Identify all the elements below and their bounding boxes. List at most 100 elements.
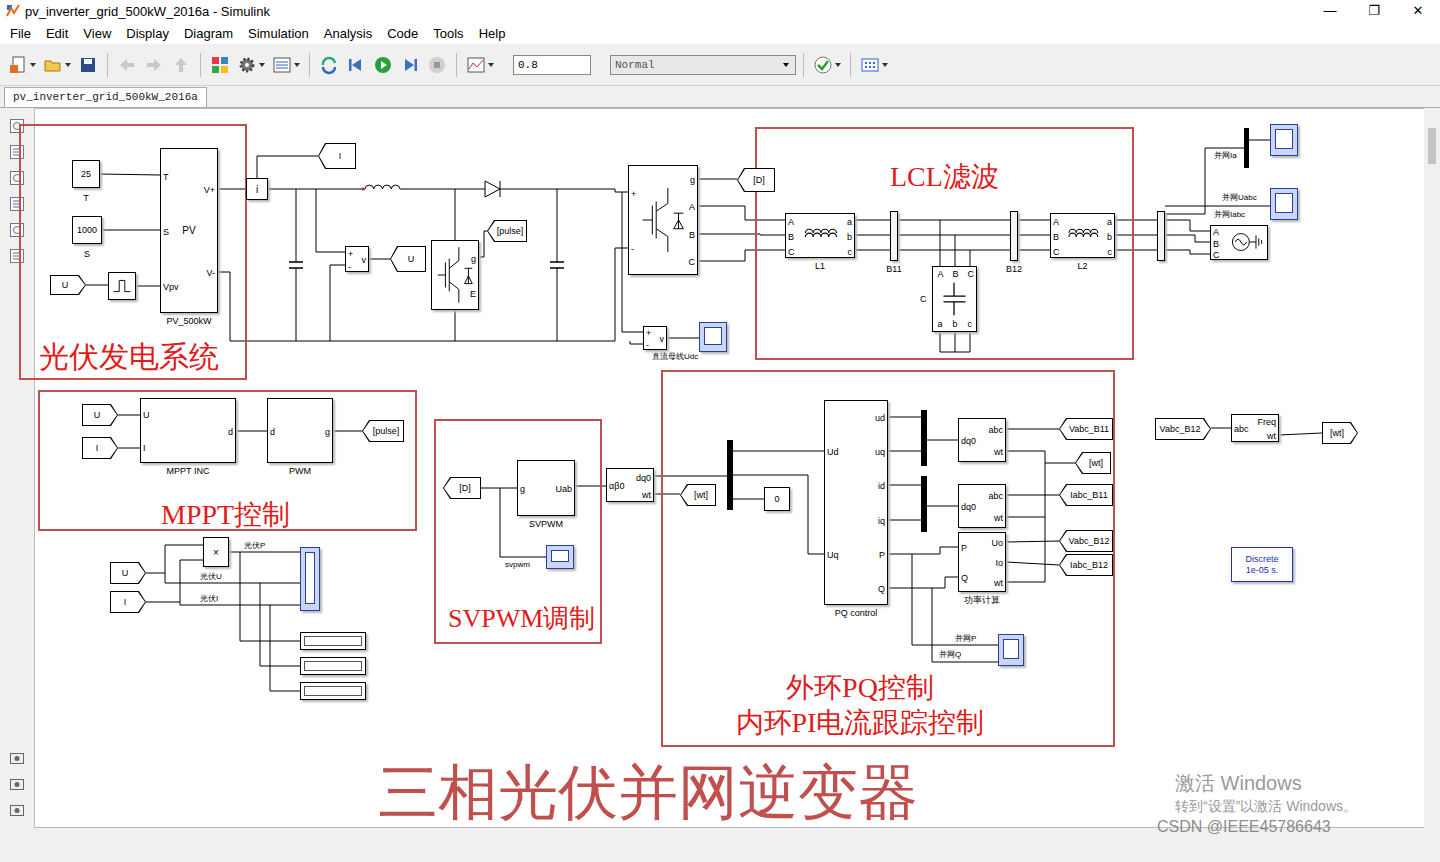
scope-block[interactable] — [998, 634, 1024, 666]
goto-from-tag[interactable]: [wt] — [1075, 452, 1111, 474]
transform-block[interactable]: αβ0dq0wt — [606, 468, 654, 502]
menu-item[interactable]: View — [76, 26, 119, 41]
window-control-button[interactable]: ❐ — [1352, 0, 1396, 22]
window-control-button[interactable]: ✕ — [1396, 0, 1440, 22]
menu-item[interactable]: Help — [472, 26, 514, 41]
gear-button[interactable] — [235, 53, 267, 77]
goto-from-tag[interactable]: Vabc_B11 — [1059, 418, 1113, 440]
pv-block[interactable]: PVTSVpvV+V- — [160, 148, 218, 313]
goto-from-tag[interactable]: Vabc_B12 — [1155, 418, 1211, 440]
refresh-button[interactable] — [317, 53, 341, 77]
constant-block[interactable]: 25 — [72, 160, 100, 188]
constant-block[interactable]: 0 — [764, 487, 790, 511]
meter-block[interactable]: +-v — [643, 326, 667, 350]
goto-from-tag[interactable]: [wt] — [680, 484, 716, 506]
plain-block[interactable]: UId — [140, 398, 236, 463]
goto-from-tag[interactable]: U — [82, 404, 118, 426]
constant-block[interactable]: 1000 — [72, 216, 102, 244]
inductor-block[interactable]: ABCabc — [1050, 213, 1115, 258]
stop-button[interactable] — [425, 53, 449, 77]
display-block[interactable] — [300, 632, 366, 650]
igbt-block[interactable]: gE — [431, 240, 479, 310]
menu-item[interactable]: Diagram — [177, 26, 241, 41]
scope-block[interactable] — [546, 545, 574, 569]
stop-time-field[interactable]: 0.8 — [513, 55, 591, 75]
report-button[interactable] — [9, 776, 25, 792]
goto-from-tag[interactable]: [wt] — [1322, 422, 1358, 444]
forward-button[interactable] — [142, 53, 166, 77]
step-forward-button[interactable] — [398, 53, 422, 77]
goto-from-tag[interactable]: [pulse] — [362, 420, 404, 442]
menu-item[interactable]: Edit — [39, 26, 76, 41]
display-block[interactable] — [300, 657, 366, 675]
camera-button[interactable] — [9, 750, 25, 766]
bus-block[interactable] — [890, 211, 898, 261]
bus-block[interactable] — [1010, 211, 1018, 261]
source-block[interactable]: ABC — [1210, 225, 1268, 260]
plain-block[interactable]: dg — [267, 398, 333, 463]
simulation-mode-dropdown[interactable]: Normal — [610, 55, 796, 75]
goto-from-tag[interactable]: U — [50, 275, 86, 295]
goto-from-tag[interactable]: U — [110, 562, 146, 584]
powergui-block[interactable]: Discrete1e-05 s. — [1231, 547, 1293, 582]
scope-block[interactable] — [1270, 188, 1298, 220]
relay-block[interactable] — [108, 272, 136, 300]
meter-block[interactable]: +-v — [345, 246, 369, 272]
mux-block[interactable] — [1244, 128, 1249, 168]
expand-button[interactable] — [9, 802, 25, 818]
zoom-button[interactable] — [9, 144, 25, 160]
menu-item[interactable]: Analysis — [317, 26, 380, 41]
inverter-block[interactable]: +-gABC — [628, 165, 698, 275]
goto-from-tag[interactable]: I — [110, 591, 146, 613]
transform-block[interactable]: dq0abcwt — [958, 484, 1006, 528]
menu-item[interactable]: Display — [119, 26, 177, 41]
display-block[interactable] — [300, 682, 366, 700]
goto-from-tag[interactable]: [D] — [737, 168, 775, 192]
goto-from-tag[interactable]: I — [318, 143, 356, 169]
plain-block[interactable]: abcFreqwt — [1231, 414, 1279, 442]
plain-block[interactable]: × — [203, 537, 229, 567]
image-button[interactable] — [9, 222, 25, 238]
vertical-scrollbar[interactable] — [1424, 108, 1440, 828]
scrollbar-thumb[interactable] — [1428, 128, 1436, 164]
annotation-button[interactable] — [9, 196, 25, 212]
fit-button[interactable] — [9, 170, 25, 186]
run-button[interactable] — [371, 53, 395, 77]
inductor-block[interactable]: ABCabc — [785, 213, 855, 258]
scope-block[interactable] — [300, 547, 320, 611]
goto-from-tag[interactable]: U — [390, 246, 426, 272]
bus-block[interactable] — [1157, 211, 1165, 261]
step-back-button[interactable] — [344, 53, 368, 77]
goto-from-tag[interactable]: [pulse] — [487, 220, 527, 242]
menu-item[interactable]: Code — [380, 26, 426, 41]
goto-from-tag[interactable]: I — [82, 437, 118, 459]
check-button[interactable] — [811, 53, 843, 77]
mux-block[interactable] — [921, 410, 927, 466]
capacitor-block[interactable]: ABCabc — [932, 266, 977, 332]
menu-item[interactable]: File — [3, 26, 39, 41]
save-button[interactable] — [76, 53, 100, 77]
goto-from-tag[interactable]: Vabc_B12 — [1059, 530, 1113, 552]
meter-block[interactable]: i — [246, 178, 268, 200]
library-button[interactable] — [208, 53, 232, 77]
plain-block[interactable]: UdUquduqidiqPQ — [824, 400, 888, 605]
transform-block[interactable]: dq0abcwt — [958, 418, 1006, 462]
scope-block[interactable] — [699, 322, 727, 352]
new-button[interactable] — [6, 53, 38, 77]
hide-button[interactable] — [9, 118, 25, 134]
goto-from-tag[interactable]: Iabc_B12 — [1059, 554, 1113, 576]
plain-block[interactable]: gUab — [517, 460, 575, 516]
plain-block[interactable]: PQUoIowt — [958, 532, 1006, 592]
open-button[interactable] — [41, 53, 73, 77]
window-control-button[interactable]: — — [1308, 0, 1352, 22]
model-tab[interactable]: pv_inverter_grid_500kW_2016a — [4, 87, 207, 107]
mux-block[interactable] — [727, 440, 733, 510]
menu-item[interactable]: Simulation — [241, 26, 317, 41]
back-button[interactable] — [115, 53, 139, 77]
scope-block[interactable] — [1270, 124, 1298, 156]
area-button[interactable] — [9, 248, 25, 264]
goto-from-tag[interactable]: Iabc_B11 — [1059, 484, 1113, 506]
menu-item[interactable]: Tools — [426, 26, 471, 41]
up-button[interactable] — [169, 53, 193, 77]
scope-button[interactable] — [464, 53, 496, 77]
